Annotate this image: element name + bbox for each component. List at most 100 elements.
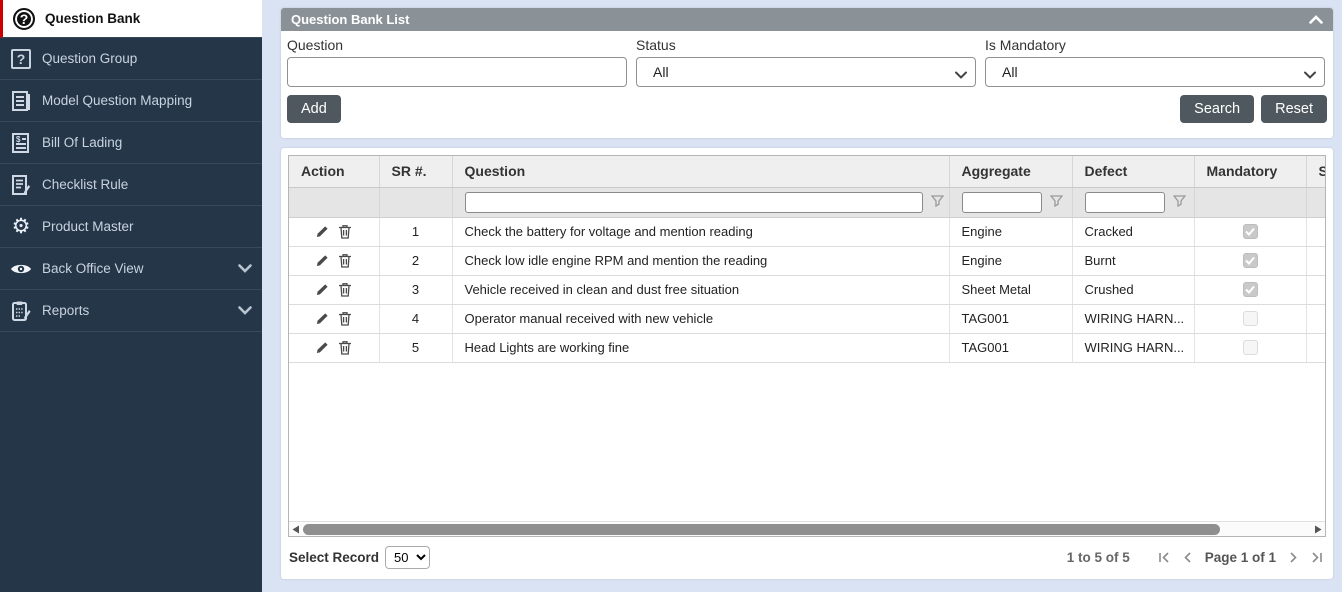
sidebar-item-label: Model Question Mapping [42, 93, 193, 108]
select-record-dropdown[interactable]: 50 [385, 546, 431, 569]
sidebar-item-label: Back Office View [42, 261, 144, 276]
sidebar-item-label: Bill Of Lading [42, 135, 123, 150]
scroll-left-icon[interactable] [289, 525, 303, 534]
aggregate-cell: TAG001 [949, 333, 1073, 363]
table-panel: Action SR #. Question Aggregate Defect M… [281, 148, 1333, 579]
scrollbar-track[interactable] [303, 523, 1311, 535]
aggregate-cell: TAG001 [949, 304, 1073, 334]
question-cell: Operator manual received with new vehicl… [452, 304, 950, 334]
question-cell: Head Lights are working fine [452, 333, 950, 363]
sidebar-item-bill-of-lading[interactable]: $ Bill Of Lading [0, 122, 262, 164]
status-filter-label: Status [636, 37, 676, 53]
eye-icon [8, 257, 34, 281]
mandatory-checkbox[interactable] [1242, 253, 1258, 268]
sidebar-item-label: Question Bank [45, 11, 141, 26]
column-header-mandatory: Mandatory [1194, 156, 1307, 188]
sidebar-item-label: Checklist Rule [42, 177, 129, 192]
filter-funnel-icon[interactable] [930, 194, 944, 210]
question-filter-label: Question [287, 37, 344, 53]
table-row: 5 Head Lights are working fine TAG001 WI… [289, 333, 1325, 363]
mandatory-checkbox[interactable] [1242, 282, 1258, 297]
table-container: Action SR #. Question Aggregate Defect M… [288, 155, 1326, 537]
next-page-icon[interactable] [1289, 552, 1298, 563]
pagination: Page 1 of 1 [1158, 550, 1323, 565]
mandatory-checkbox[interactable] [1242, 224, 1258, 239]
scroll-right-icon[interactable] [1311, 525, 1325, 534]
defect-column-filter-input[interactable] [1084, 191, 1165, 213]
chevron-down-icon [238, 303, 252, 318]
delete-icon[interactable] [338, 224, 352, 239]
page-indicator: Page 1 of 1 [1204, 550, 1276, 565]
status-filter-select[interactable]: All [636, 57, 976, 87]
sidebar-item-reports[interactable]: Reports [0, 290, 262, 332]
question-filter-input[interactable] [287, 57, 627, 87]
aggregate-cell: Engine [949, 217, 1073, 247]
last-page-icon[interactable] [1311, 552, 1323, 563]
panel-header: Question Bank List [281, 8, 1333, 31]
record-range-text: 1 to 5 of 5 [1066, 550, 1130, 565]
question-column-filter-input[interactable] [464, 191, 923, 213]
clipboard-edit-icon [8, 299, 34, 323]
filter-funnel-icon[interactable] [1172, 194, 1186, 210]
question-cell: Check low idle engine RPM and mention th… [452, 246, 950, 276]
question-bank-table: Action SR #. Question Aggregate Defect M… [289, 156, 1325, 363]
column-header-status: S [1306, 156, 1325, 188]
sidebar-item-checklist-rule[interactable]: Checklist Rule [0, 164, 262, 206]
table-row: 3 Vehicle received in clean and dust fre… [289, 275, 1325, 305]
question-cell: Check the battery for voltage and mentio… [452, 217, 950, 247]
select-record-label: Select Record [289, 550, 380, 565]
previous-page-icon[interactable] [1183, 552, 1192, 563]
search-button[interactable]: Search [1180, 95, 1255, 123]
sidebar-item-label: Product Master [42, 219, 134, 234]
question-square-icon: ? [8, 47, 34, 71]
sr-cell: 3 [379, 275, 453, 305]
sidebar-item-question-bank[interactable]: ? Question Bank [0, 0, 262, 38]
edit-icon[interactable] [315, 225, 329, 239]
delete-icon[interactable] [338, 253, 352, 268]
column-header-question: Question [452, 156, 950, 188]
edit-icon[interactable] [315, 283, 329, 297]
sidebar: ? Question Bank ? Question Group Model Q… [0, 0, 262, 592]
mandatory-checkbox[interactable] [1242, 311, 1258, 326]
scrollbar-thumb[interactable] [303, 523, 1221, 535]
delete-icon[interactable] [338, 311, 352, 326]
horizontal-scrollbar[interactable] [289, 521, 1325, 536]
table-header-row: Action SR #. Question Aggregate Defect M… [289, 156, 1325, 188]
chevron-down-icon [238, 261, 252, 276]
sr-cell: 1 [379, 217, 453, 247]
add-button[interactable]: Add [287, 95, 341, 123]
edit-icon[interactable] [315, 341, 329, 355]
edit-icon[interactable] [315, 254, 329, 268]
sr-cell: 2 [379, 246, 453, 276]
sidebar-item-label: Question Group [42, 51, 138, 66]
first-page-icon[interactable] [1158, 552, 1170, 563]
column-header-action: Action [289, 156, 380, 188]
table-row: 1 Check the battery for voltage and ment… [289, 217, 1325, 247]
defect-cell: Burnt [1072, 246, 1195, 276]
aggregate-column-filter-input[interactable] [961, 191, 1042, 213]
defect-cell: WIRING HARN... [1072, 333, 1195, 363]
column-header-sr: SR #. [379, 156, 453, 188]
main-content: Question Bank List Question Status All I… [262, 0, 1342, 592]
svg-text:$: $ [16, 135, 21, 144]
question-circle-icon: ? [11, 7, 37, 31]
document-lines-icon [8, 89, 34, 113]
panel-title: Question Bank List [291, 12, 410, 27]
mandatory-filter-select[interactable]: All [985, 57, 1325, 87]
sidebar-item-product-master[interactable]: ⚙ Product Master [0, 206, 262, 248]
defect-cell: Crushed [1072, 275, 1195, 305]
sidebar-item-back-office-view[interactable]: Back Office View [0, 248, 262, 290]
collapse-panel-icon[interactable] [1309, 15, 1323, 24]
aggregate-cell: Sheet Metal [949, 275, 1073, 305]
filter-funnel-icon[interactable] [1049, 194, 1063, 210]
mandatory-checkbox[interactable] [1242, 340, 1258, 355]
edit-icon[interactable] [315, 312, 329, 326]
defect-cell: Cracked [1072, 217, 1195, 247]
sidebar-item-question-group[interactable]: ? Question Group [0, 38, 262, 80]
sidebar-item-model-question-mapping[interactable]: Model Question Mapping [0, 80, 262, 122]
delete-icon[interactable] [338, 340, 352, 355]
mandatory-filter-label: Is Mandatory [985, 37, 1066, 53]
reset-button[interactable]: Reset [1261, 95, 1327, 123]
delete-icon[interactable] [338, 282, 352, 297]
column-header-aggregate: Aggregate [949, 156, 1073, 188]
